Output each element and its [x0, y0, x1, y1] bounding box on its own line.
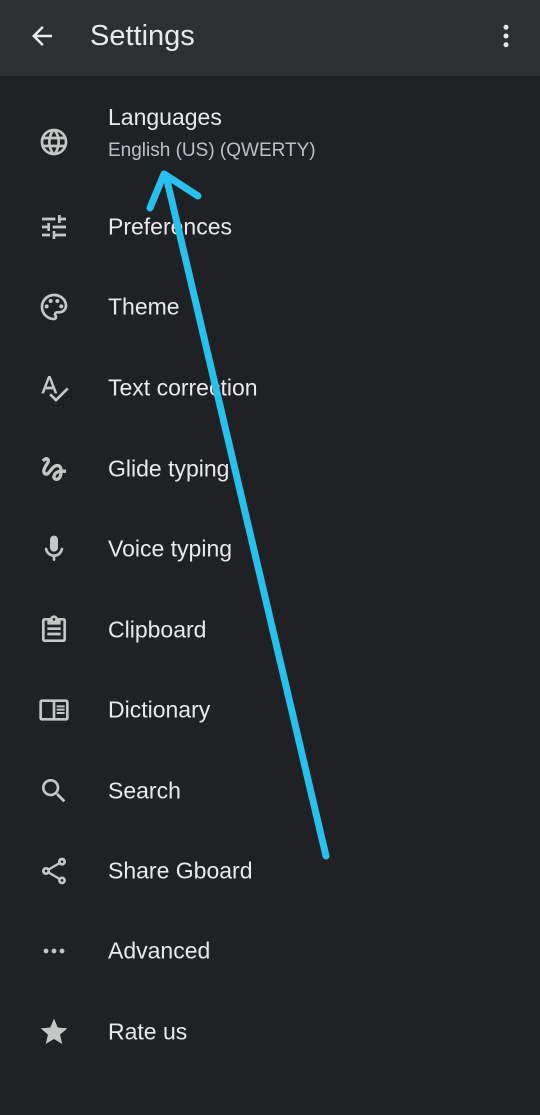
settings-item-share-gboard[interactable]: Share Gboard: [0, 831, 540, 911]
languages-subtitle: English (US) (QWERTY): [108, 140, 316, 161]
text-correction-label: Text correction: [108, 374, 258, 401]
settings-item-dictionary[interactable]: Dictionary: [0, 670, 540, 750]
mic-icon: [36, 531, 72, 567]
settings-item-languages[interactable]: Languages English (US) (QWERTY): [0, 94, 540, 190]
voice-typing-label: Voice typing: [108, 535, 233, 562]
share-icon: [36, 853, 72, 889]
preferences-label: Preferences: [108, 213, 233, 240]
tune-icon: [36, 209, 72, 245]
palette-icon: [36, 289, 72, 325]
book-icon: [36, 692, 72, 728]
rate-us-label: Rate us: [108, 1018, 188, 1045]
settings-item-clipboard[interactable]: Clipboard: [0, 590, 540, 670]
search-label: Search: [108, 777, 181, 804]
star-icon: [36, 1014, 72, 1050]
overflow-menu-button[interactable]: [486, 14, 526, 58]
settings-item-text-correction[interactable]: Text correction: [0, 348, 540, 428]
settings-screen: Settings Languages English (US) (QWERTY)…: [0, 0, 540, 1115]
dictionary-label: Dictionary: [108, 696, 211, 723]
more-horiz-icon: [36, 933, 72, 969]
gesture-icon: [36, 451, 72, 487]
settings-item-advanced[interactable]: Advanced: [0, 911, 540, 991]
back-button[interactable]: [20, 14, 64, 58]
settings-item-voice-typing[interactable]: Voice typing: [0, 509, 540, 589]
advanced-label: Advanced: [108, 937, 211, 964]
settings-item-glide-typing[interactable]: Glide typing: [0, 429, 540, 509]
more-vert-icon: [491, 21, 521, 51]
clipboard-label: Clipboard: [108, 616, 207, 643]
theme-label: Theme: [108, 293, 180, 320]
settings-item-search[interactable]: Search: [0, 751, 540, 831]
app-bar: Settings: [0, 0, 540, 76]
spellcheck-icon: [36, 370, 72, 406]
settings-item-preferences[interactable]: Preferences: [0, 187, 540, 267]
languages-label: Languages: [108, 104, 222, 130]
arrow-back-icon: [27, 21, 57, 51]
clipboard-icon: [36, 612, 72, 648]
search-icon: [36, 773, 72, 809]
globe-icon: [36, 124, 72, 160]
glide-typing-label: Glide typing: [108, 455, 230, 482]
page-title: Settings: [90, 20, 195, 52]
share-gboard-label: Share Gboard: [108, 857, 253, 884]
settings-item-rate-us[interactable]: Rate us: [0, 992, 540, 1072]
settings-item-theme[interactable]: Theme: [0, 267, 540, 347]
